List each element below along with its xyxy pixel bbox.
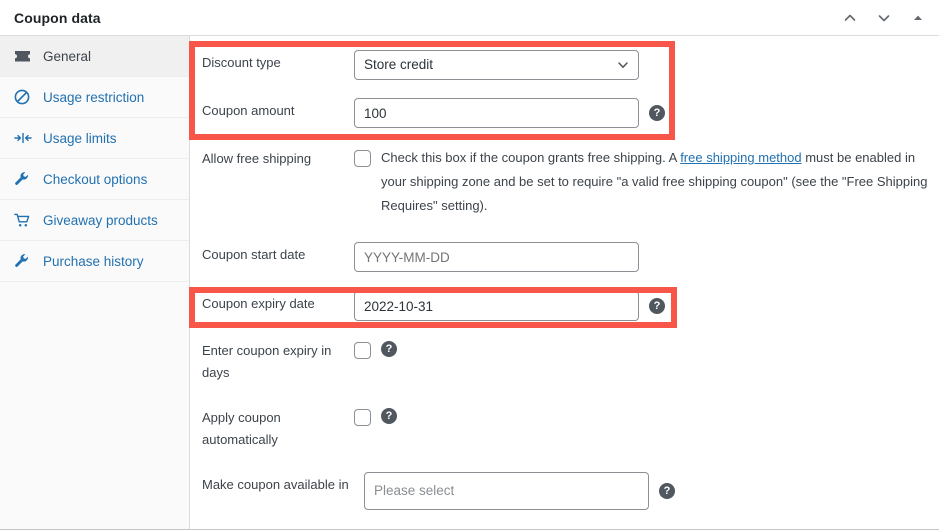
- field-label: Coupon amount: [202, 103, 295, 118]
- field-label: Apply coupon automatically: [202, 410, 281, 447]
- sidebar-item-label: General: [43, 48, 92, 64]
- coupon-general-form: Discount type Store credit Coupon amount…: [190, 36, 939, 529]
- cart-icon: [14, 213, 34, 228]
- allow-free-shipping-checkbox[interactable]: [354, 150, 371, 167]
- discount-type-value: Store credit: [364, 57, 434, 72]
- coupon-amount-input[interactable]: [354, 98, 639, 128]
- sidebar-item-label: Giveaway products: [43, 212, 158, 228]
- field-label: Allow free shipping: [202, 151, 312, 166]
- field-label: Enter coupon expiry in days: [202, 343, 332, 380]
- expiry-in-days-checkbox[interactable]: [354, 342, 371, 359]
- coupon-expiry-date-input[interactable]: [354, 291, 639, 321]
- help-icon[interactable]: ?: [381, 341, 397, 357]
- move-down-icon[interactable]: [873, 7, 895, 29]
- ticket-icon: [14, 50, 34, 63]
- help-icon[interactable]: ?: [381, 408, 397, 424]
- field-make-available-in: Make coupon available in Please select ?: [190, 472, 939, 510]
- sidebar-item-giveaway-products[interactable]: Giveaway products: [0, 200, 189, 241]
- field-label: Make coupon available in: [202, 477, 349, 492]
- usage-limits-icon: [14, 131, 34, 145]
- coupon-data-tabs: General Usage restriction Usage limits C…: [0, 36, 190, 529]
- help-icon[interactable]: ?: [659, 483, 675, 499]
- panel-header-controls: [839, 0, 929, 36]
- desc-text-before: Check this box if the coupon grants free…: [381, 150, 681, 165]
- sidebar-item-checkout-options[interactable]: Checkout options: [0, 159, 189, 200]
- free-shipping-method-link[interactable]: free shipping method: [680, 150, 801, 165]
- field-label: Coupon expiry date: [202, 296, 315, 311]
- sidebar-item-purchase-history[interactable]: Purchase history: [0, 241, 189, 282]
- field-allow-free-shipping: Allow free shipping Check this box if th…: [190, 146, 939, 218]
- help-icon[interactable]: ?: [649, 105, 665, 121]
- discount-type-select[interactable]: Store credit: [354, 50, 639, 80]
- field-coupon-expiry-date: Coupon expiry date ?: [190, 291, 939, 321]
- sidebar-item-label: Checkout options: [43, 171, 148, 187]
- sidebar-item-usage-restriction[interactable]: Usage restriction: [0, 77, 189, 118]
- coupon-data-panel: Coupon data General Usage restriction Us…: [0, 0, 939, 530]
- sidebar-item-label: Usage limits: [43, 130, 117, 146]
- move-up-icon[interactable]: [839, 7, 861, 29]
- field-coupon-amount: Coupon amount ?: [190, 98, 939, 128]
- help-icon[interactable]: ?: [649, 298, 665, 314]
- sidebar-item-label: Purchase history: [43, 253, 144, 269]
- apply-automatically-checkbox[interactable]: [354, 409, 371, 426]
- field-discount-type: Discount type Store credit: [190, 50, 939, 80]
- sidebar-item-general[interactable]: General: [0, 36, 189, 77]
- page-title: Coupon data: [14, 9, 101, 26]
- field-apply-automatically: Apply coupon automatically ?: [190, 405, 939, 451]
- wrench-icon: [14, 253, 34, 269]
- no-entry-icon: [14, 89, 34, 105]
- field-coupon-start-date: Coupon start date: [190, 242, 939, 272]
- field-expiry-in-days: Enter coupon expiry in days ?: [190, 338, 939, 384]
- wrench-icon: [14, 171, 34, 187]
- make-available-in-select[interactable]: Please select: [364, 472, 649, 510]
- sidebar-item-label: Usage restriction: [43, 89, 145, 105]
- coupon-start-date-input[interactable]: [354, 242, 639, 272]
- field-label: Coupon start date: [202, 247, 306, 262]
- toggle-panel-icon[interactable]: [907, 7, 929, 29]
- make-available-in-value: Please select: [374, 483, 455, 498]
- panel-body: General Usage restriction Usage limits C…: [0, 36, 939, 529]
- field-label: Discount type: [202, 55, 281, 70]
- free-shipping-description: Check this box if the coupon grants free…: [381, 146, 936, 218]
- panel-header: Coupon data: [0, 0, 939, 36]
- sidebar-item-usage-limits[interactable]: Usage limits: [0, 118, 189, 159]
- chevron-down-icon: [616, 58, 630, 72]
